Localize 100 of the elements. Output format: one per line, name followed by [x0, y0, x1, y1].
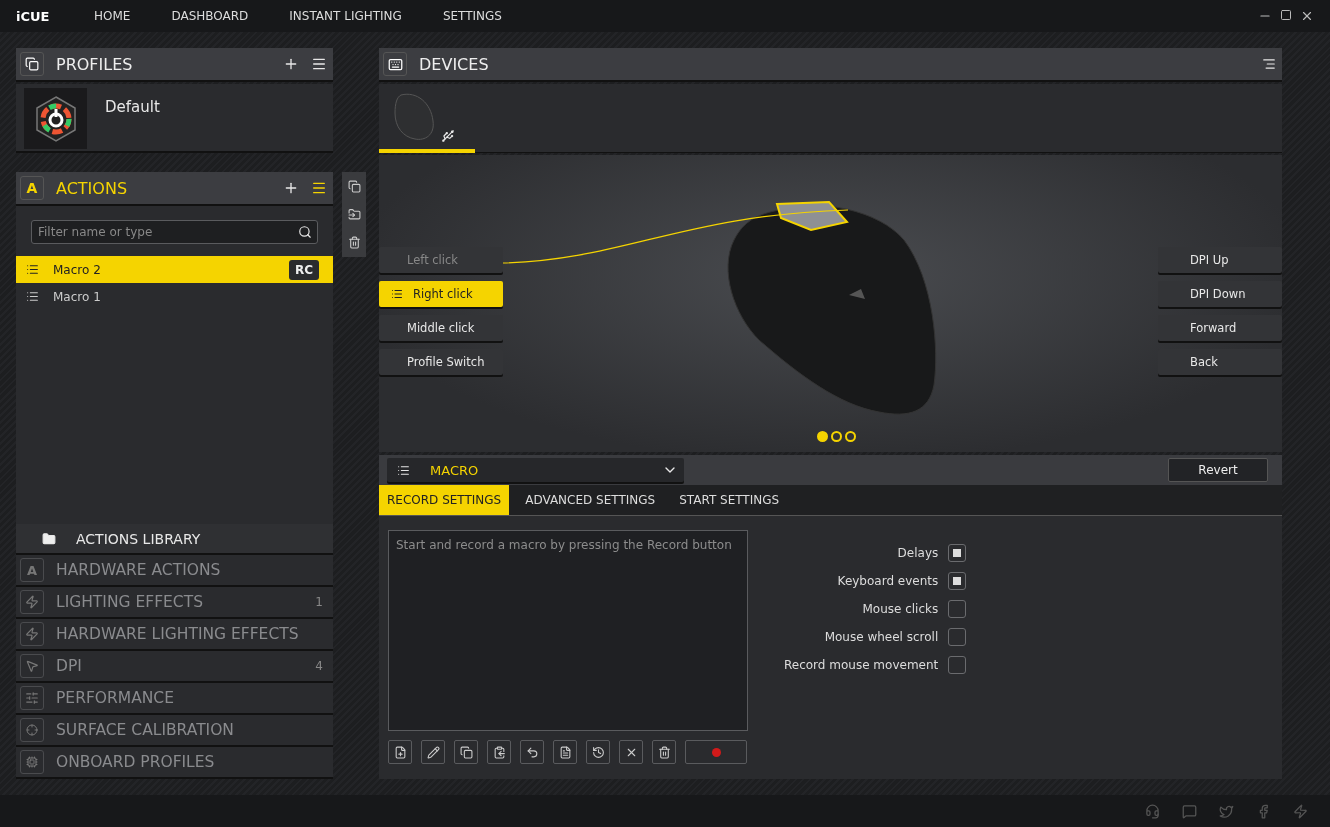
settings-tab[interactable]: START SETTINGS [663, 485, 788, 515]
toolbar-button[interactable] [487, 740, 511, 764]
action-name: Macro 1 [53, 289, 101, 304]
option-label: Mouse wheel scroll [824, 630, 939, 644]
toolbar-button[interactable] [454, 740, 478, 764]
stack-icon [20, 52, 44, 76]
bird-icon[interactable] [1219, 803, 1234, 819]
page-dot[interactable] [817, 431, 828, 442]
undo-icon [525, 745, 539, 759]
record-icon [711, 747, 721, 757]
key-badge: RC [288, 259, 319, 280]
mouse-button[interactable]: Back [1158, 349, 1282, 375]
panel-title: PROFILES [56, 54, 134, 74]
category-label: SURFACE CALIBRATION [56, 721, 235, 739]
category-count: 1 [315, 595, 323, 609]
action-type-dropdown[interactable]: MACRO [387, 458, 684, 482]
macro-record-field[interactable]: Start and record a macro by pressing the Record button [388, 530, 748, 731]
menu-icon[interactable] [311, 56, 327, 72]
toolbar-button[interactable] [652, 740, 676, 764]
option-label: Keyboard events [837, 574, 939, 588]
list-icon [397, 463, 410, 477]
library-category[interactable]: LIGHTING EFFECTS 1 [16, 587, 333, 619]
trash-icon[interactable] [347, 236, 361, 250]
import-icon[interactable] [347, 208, 361, 221]
option-label: Delays [897, 546, 939, 560]
history-icon [591, 745, 605, 759]
category-label: DPI [56, 657, 83, 675]
search-icon[interactable] [298, 225, 312, 239]
toolbar-button[interactable] [586, 740, 610, 764]
paste-icon [492, 745, 506, 759]
option-label: Record mouse movement [784, 658, 939, 672]
option-label: Mouse clicks [862, 602, 939, 616]
library-category[interactable]: DPI 4 [16, 651, 333, 683]
page-dot[interactable] [845, 431, 856, 442]
toolbar-button[interactable] [553, 740, 577, 764]
library-category[interactable]: PERFORMANCE [16, 683, 333, 715]
nav-link[interactable]: HOME [94, 9, 131, 23]
toolbar-button[interactable] [388, 740, 412, 764]
list-icon [26, 263, 39, 276]
crosshair-icon [26, 724, 38, 736]
checkbox[interactable] [948, 656, 967, 674]
category-label: HARDWARE ACTIONS [56, 561, 222, 579]
mouse-button[interactable]: Middle click [379, 315, 503, 341]
settings-tab[interactable]: RECORD SETTINGS [379, 485, 510, 515]
settings-tab[interactable]: ADVANCED SETTINGS [509, 485, 664, 515]
mouse-button[interactable]: Forward [1158, 315, 1282, 341]
usb-icon [441, 129, 455, 143]
menu-icon[interactable] [1262, 57, 1276, 71]
category-label: ONBOARD PROFILES [56, 753, 216, 771]
filter-field[interactable]: Filter name or type [31, 220, 318, 244]
category-label: HARDWARE LIGHTING EFFECTS [56, 625, 300, 643]
add-line-icon [393, 745, 407, 759]
library-category[interactable]: ONBOARD PROFILES [16, 747, 333, 779]
library-category[interactable]: SURFACE CALIBRATION [16, 715, 333, 747]
checkbox[interactable] [948, 600, 967, 618]
category-label: PERFORMANCE [56, 689, 175, 707]
record-button[interactable] [685, 740, 747, 764]
toolbar-button[interactable] [619, 740, 643, 764]
library-category[interactable]: A HARDWARE ACTIONS [16, 555, 333, 587]
close-icon[interactable] [1300, 9, 1314, 23]
category-count: 4 [315, 659, 323, 673]
checkbox[interactable] [948, 544, 967, 562]
mouse-button[interactable]: DPI Up [1158, 247, 1282, 273]
page-dot[interactable] [831, 431, 842, 442]
checkbox[interactable] [948, 628, 967, 646]
nav-link[interactable]: INSTANT LIGHTING [289, 9, 402, 23]
pointer-icon [25, 659, 39, 673]
hexagon-logo-icon [33, 94, 78, 143]
trash-icon [657, 745, 671, 759]
profile-name: Default [105, 98, 160, 118]
library-category[interactable]: HARDWARE LIGHTING EFFECTS [16, 619, 333, 651]
panel-title: DEVICES [419, 54, 490, 74]
revert-button[interactable]: Revert [1168, 458, 1268, 482]
nav-link[interactable]: DASHBOARD [171, 9, 249, 23]
folder-icon [42, 531, 56, 546]
library-title: ACTIONS LIBRARY [76, 530, 201, 547]
add-icon[interactable] [283, 56, 299, 72]
letter-icon: A [20, 176, 44, 200]
copy-icon [459, 745, 473, 759]
library-header[interactable]: ACTIONS LIBRARY [16, 524, 333, 555]
chip-icon [26, 756, 38, 768]
panel-title: ACTIONS [56, 178, 129, 198]
document-icon [558, 745, 572, 759]
mouse-button[interactable]: DPI Down [1158, 281, 1282, 307]
category-label: LIGHTING EFFECTS [56, 593, 204, 611]
action-item[interactable]: Macro 2 RC [16, 256, 333, 283]
add-icon[interactable] [283, 180, 299, 196]
profile-item[interactable]: Default [16, 84, 333, 153]
toolbar-button[interactable] [520, 740, 544, 764]
maximize-icon[interactable] [1280, 9, 1292, 21]
list-icon [391, 288, 403, 300]
nav-link[interactable]: SETTINGS [442, 9, 502, 23]
toolbar-button[interactable] [421, 740, 445, 764]
menu-icon[interactable] [311, 180, 327, 196]
keyboard-icon [383, 52, 407, 76]
mouse-button[interactable]: Profile Switch [379, 349, 503, 375]
mouse-button[interactable]: Right click [379, 281, 503, 307]
checkbox[interactable] [948, 572, 967, 590]
action-item[interactable]: Macro 1 [16, 283, 333, 310]
copy-icon[interactable] [347, 179, 361, 193]
